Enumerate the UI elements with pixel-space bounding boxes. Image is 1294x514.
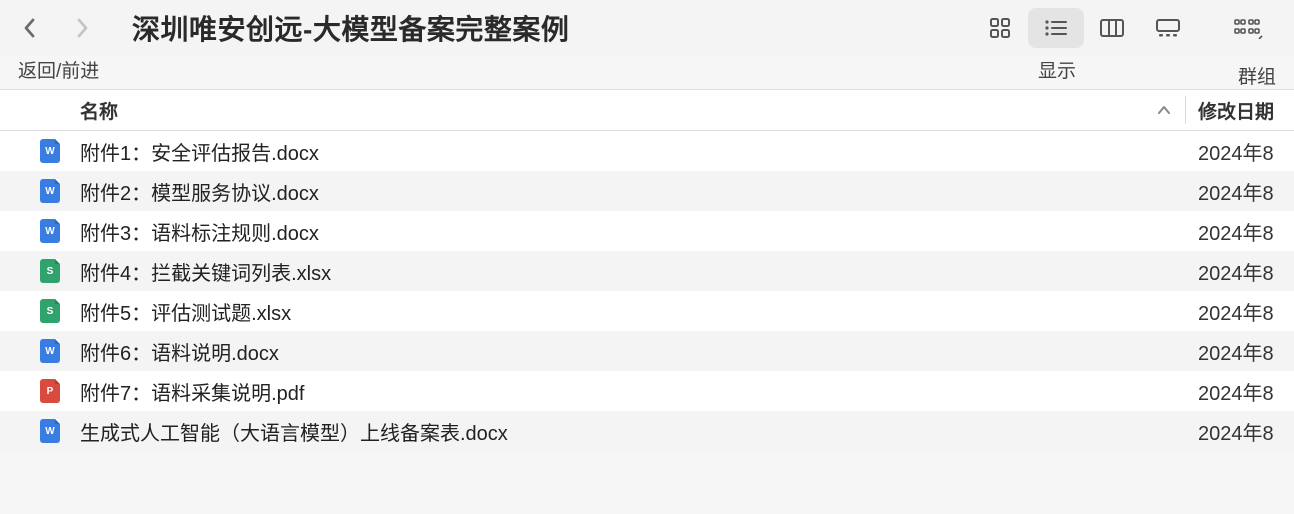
file-name: 附件5：评估测试题.xlsx bbox=[80, 297, 1186, 326]
file-name: 附件6：语料说明.docx bbox=[80, 337, 1186, 366]
file-row[interactable]: S 附件4：拦截关键词列表.xlsx2024年8 bbox=[0, 251, 1294, 291]
group-label: 群组 bbox=[1238, 62, 1276, 89]
folder-title: 深圳唯安创远-大模型备案完整案例 bbox=[132, 8, 569, 48]
pdf-file-icon: P bbox=[40, 379, 60, 403]
file-date: 2024年8 bbox=[1186, 257, 1294, 286]
file-row[interactable]: W 附件3：语料标注规则.docx2024年8 bbox=[0, 211, 1294, 251]
column-header-modified[interactable]: 修改日期 bbox=[1186, 97, 1294, 124]
file-name: 附件4：拦截关键词列表.xlsx bbox=[80, 257, 1186, 286]
file-row[interactable]: W 附件2：模型服务协议.docx2024年8 bbox=[0, 171, 1294, 211]
group-button[interactable] bbox=[1220, 8, 1276, 48]
columns-icon bbox=[1099, 18, 1125, 38]
file-name: 附件3：语料标注规则.docx bbox=[80, 217, 1186, 246]
view-columns-button[interactable] bbox=[1084, 8, 1140, 48]
file-date: 2024年8 bbox=[1186, 377, 1294, 406]
file-name: 附件2：模型服务协议.docx bbox=[80, 177, 1186, 206]
file-row[interactable]: W 生成式人工智能（大语言模型）上线备案表.docx2024年8 bbox=[0, 411, 1294, 451]
grid-icon bbox=[988, 16, 1012, 40]
file-date: 2024年8 bbox=[1186, 217, 1294, 246]
docx-file-icon: W bbox=[40, 339, 60, 363]
file-name: 生成式人工智能（大语言模型）上线备案表.docx bbox=[80, 417, 1186, 446]
view-switcher bbox=[972, 8, 1196, 48]
chevron-right-icon bbox=[74, 16, 90, 40]
file-date: 2024年8 bbox=[1186, 417, 1294, 446]
docx-file-icon: W bbox=[40, 419, 60, 443]
file-date: 2024年8 bbox=[1186, 137, 1294, 166]
view-label: 显示 bbox=[1038, 56, 1076, 83]
file-date: 2024年8 bbox=[1186, 177, 1294, 206]
chevron-left-icon bbox=[22, 16, 38, 40]
back-button[interactable] bbox=[18, 16, 42, 40]
view-list-button[interactable] bbox=[1028, 8, 1084, 48]
toolbar-labels: 返回/前进 显示 群组 bbox=[0, 56, 1294, 89]
xlsx-file-icon: S bbox=[40, 299, 60, 323]
toolbar: 深圳唯安创远-大模型备案完整案例 bbox=[0, 0, 1294, 56]
back-forward-label: 返回/前进 bbox=[18, 56, 140, 83]
forward-button[interactable] bbox=[70, 16, 94, 40]
column-header-name[interactable]: 名称 bbox=[0, 97, 1185, 124]
xlsx-file-icon: S bbox=[40, 259, 60, 283]
column-name-label: 名称 bbox=[80, 97, 118, 124]
file-row[interactable]: W 附件1：安全评估报告.docx2024年8 bbox=[0, 131, 1294, 171]
file-row[interactable]: P 附件7：语料采集说明.pdf2024年8 bbox=[0, 371, 1294, 411]
view-gallery-button[interactable] bbox=[1140, 8, 1196, 48]
docx-file-icon: W bbox=[40, 139, 60, 163]
docx-file-icon: W bbox=[40, 219, 60, 243]
nav-buttons bbox=[18, 16, 94, 40]
group-icon bbox=[1233, 17, 1263, 39]
docx-file-icon: W bbox=[40, 179, 60, 203]
file-date: 2024年8 bbox=[1186, 337, 1294, 366]
file-name: 附件1：安全评估报告.docx bbox=[80, 137, 1186, 166]
file-date: 2024年8 bbox=[1186, 297, 1294, 326]
view-icons-button[interactable] bbox=[972, 8, 1028, 48]
file-name: 附件7：语料采集说明.pdf bbox=[80, 377, 1186, 406]
file-row[interactable]: W 附件6：语料说明.docx2024年8 bbox=[0, 331, 1294, 371]
list-icon bbox=[1043, 16, 1069, 40]
column-modified-label: 修改日期 bbox=[1198, 102, 1274, 123]
column-header-row: 名称 修改日期 bbox=[0, 89, 1294, 131]
file-row[interactable]: S 附件5：评估测试题.xlsx2024年8 bbox=[0, 291, 1294, 331]
sort-ascending-icon bbox=[1157, 105, 1171, 115]
file-list: W附件1：安全评估报告.docx2024年8W附件2：模型服务协议.docx20… bbox=[0, 131, 1294, 451]
gallery-icon bbox=[1155, 18, 1181, 38]
